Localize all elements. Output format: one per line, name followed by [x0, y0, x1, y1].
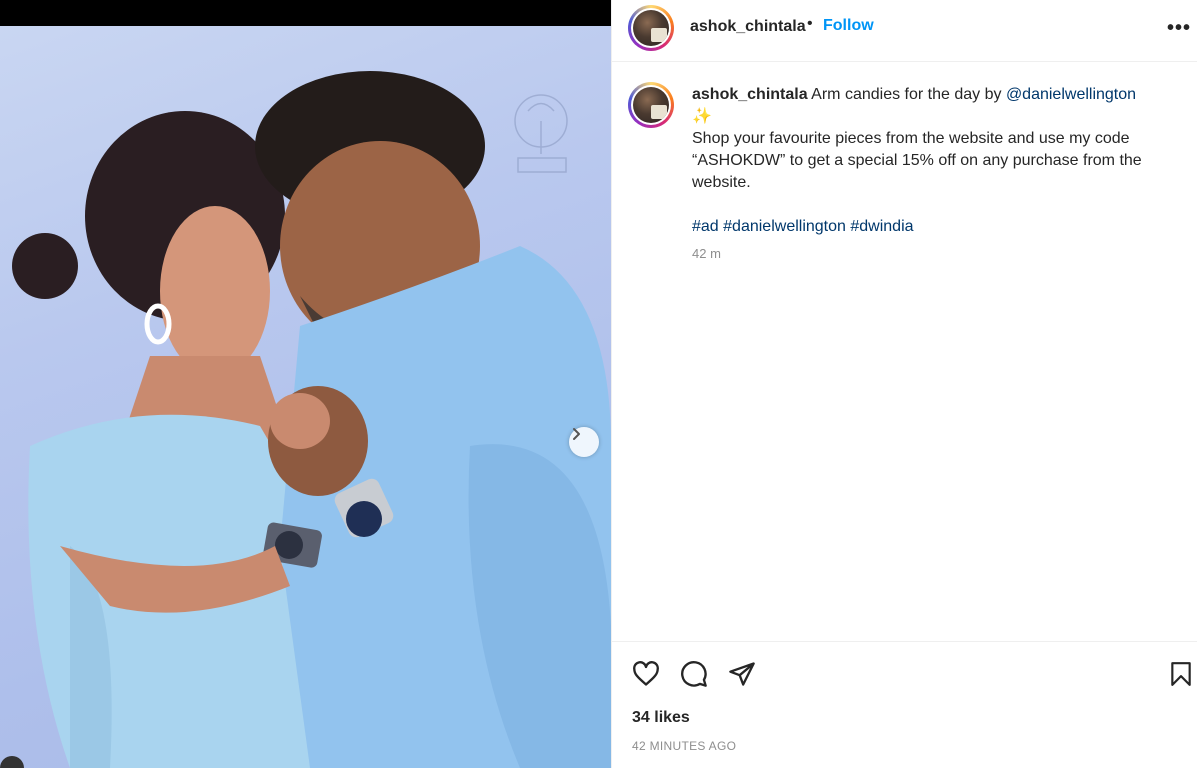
avatar-image [633, 10, 669, 46]
instagram-post-view: ashok_chintala • Follow ••• ashok_chinta… [0, 0, 1197, 768]
post-caption: ashok_chintala Arm candies for the day b… [692, 84, 1172, 238]
hashtag-link[interactable]: #danielwellington [723, 218, 846, 235]
post-header: ashok_chintala • Follow ••• [612, 0, 1197, 62]
post-timestamp: 42 MINUTES AGO [632, 739, 737, 753]
bookmark-icon[interactable] [1168, 660, 1194, 688]
studio-watermark-logo [514, 94, 568, 173]
caption-text-body: Shop your favourite pieces from the webs… [692, 130, 1142, 191]
avatar-frame [631, 8, 671, 48]
mention-link[interactable]: @danielwellington [1006, 86, 1136, 103]
send-icon[interactable] [728, 660, 756, 688]
more-options-icon[interactable]: ••• [1167, 17, 1191, 40]
hashtag-link[interactable]: #ad [692, 218, 719, 235]
separator-dot: • [807, 15, 813, 32]
sparkle-emoji: ✨ [692, 108, 712, 125]
author-avatar[interactable] [628, 5, 674, 51]
heart-icon[interactable] [632, 660, 660, 688]
author-username[interactable]: ashok_chintala [690, 18, 806, 36]
likes-count[interactable]: 34 likes [632, 709, 690, 727]
hashtag-link[interactable]: #dwindia [850, 218, 913, 235]
caption-timestamp: 42 m [692, 246, 721, 261]
avatar-frame [631, 85, 671, 125]
chevron-right-icon [573, 428, 580, 440]
post-side-panel: ashok_chintala • Follow ••• ashok_chinta… [611, 0, 1197, 768]
post-actions-bar: 34 likes 42 MINUTES AGO [612, 641, 1197, 768]
avatar-image [633, 87, 669, 123]
follow-button[interactable]: Follow [823, 17, 874, 35]
woman-face [160, 206, 270, 376]
post-media-pane [0, 0, 611, 768]
caption-text-intro: Arm candies for the day by [807, 86, 1006, 103]
post-photo[interactable] [0, 26, 611, 768]
couple-photo-illustration [12, 71, 611, 768]
next-image-button[interactable] [569, 427, 599, 457]
caption-username[interactable]: ashok_chintala [692, 86, 808, 103]
caption-author-avatar[interactable] [628, 82, 674, 128]
comment-icon[interactable] [680, 660, 708, 688]
